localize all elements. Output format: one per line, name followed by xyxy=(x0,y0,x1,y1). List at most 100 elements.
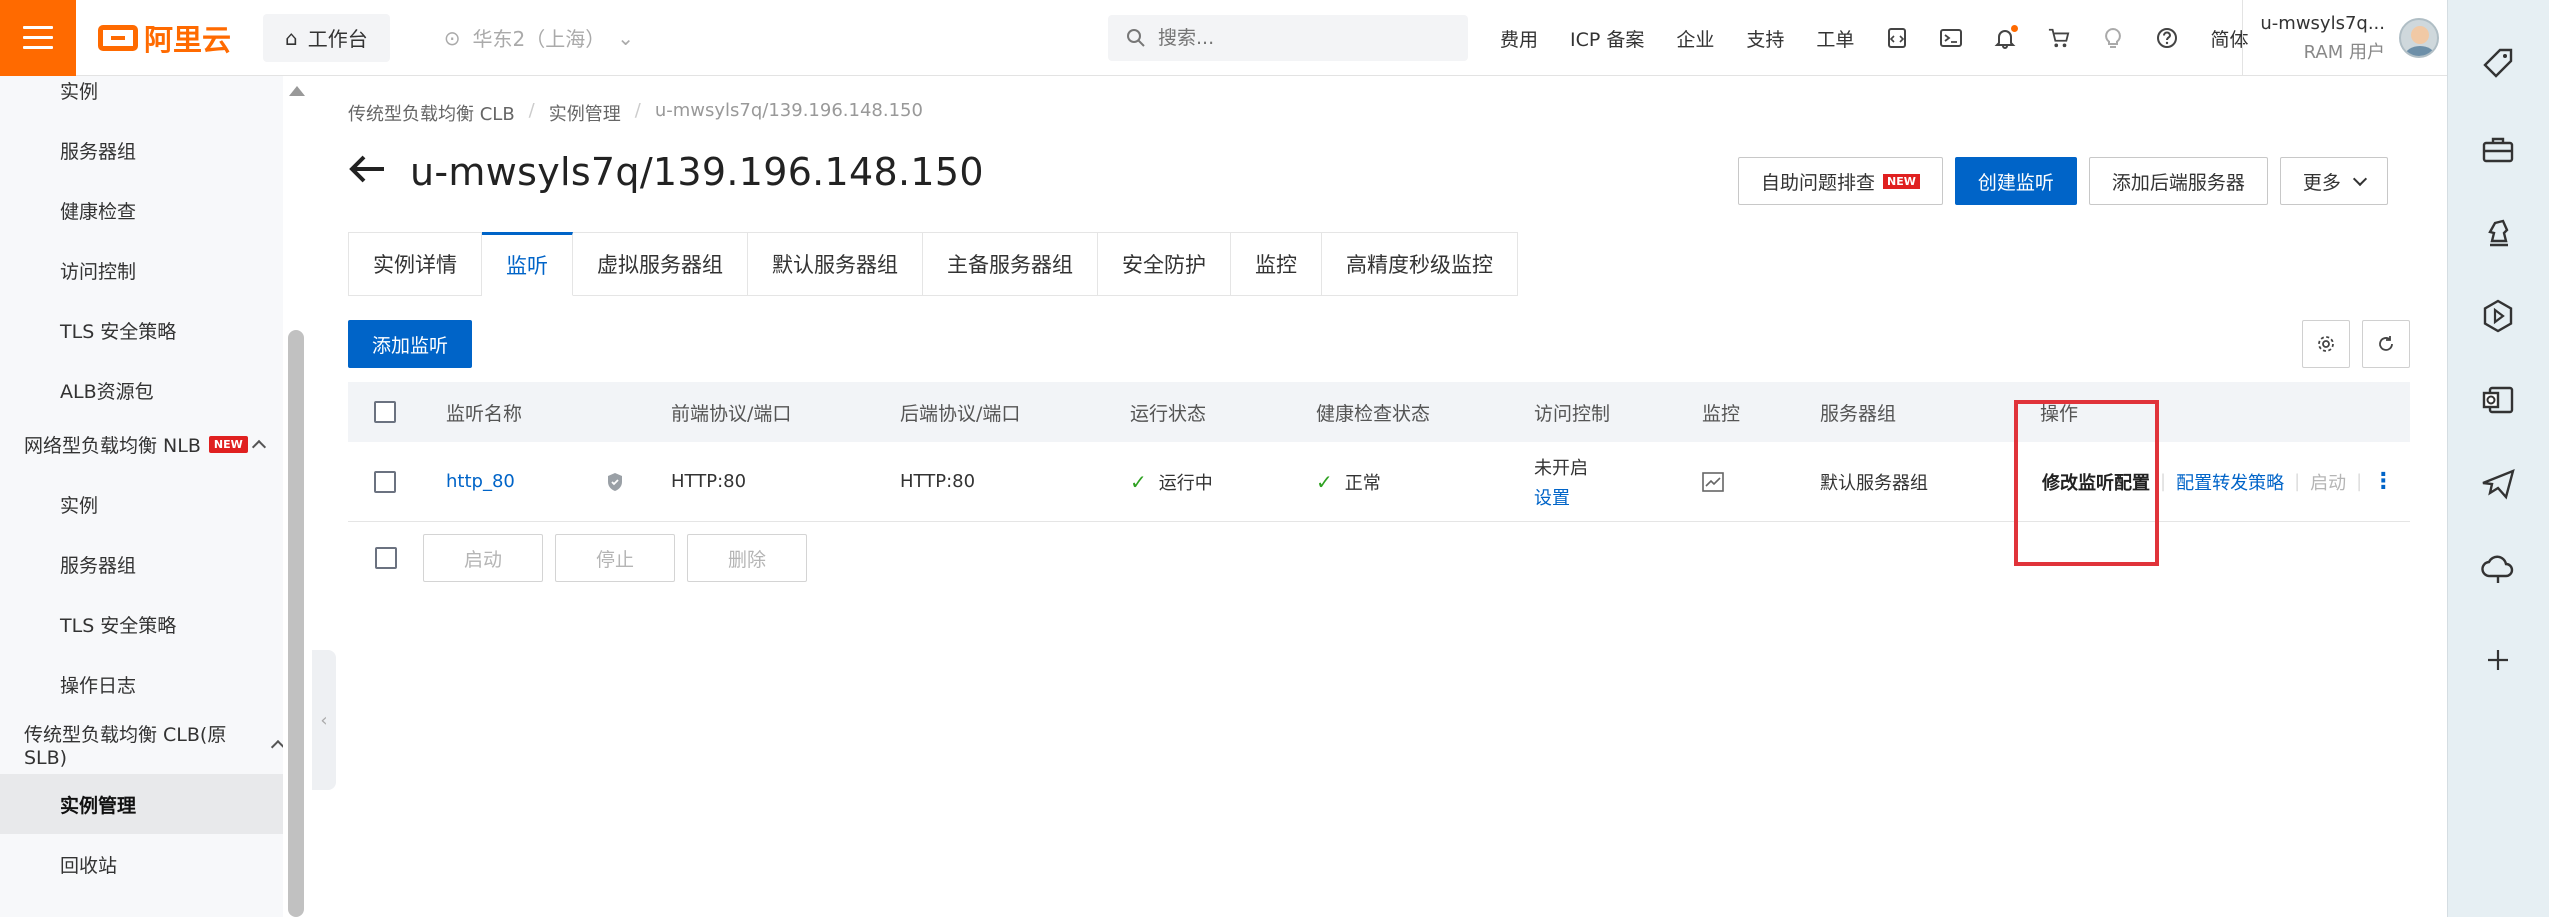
chevron-down-icon: ⌄ xyxy=(617,25,634,50)
bell-icon[interactable] xyxy=(1994,25,2019,49)
breadcrumb-item[interactable]: 实例管理 xyxy=(549,100,621,126)
outlook-mail-icon[interactable] xyxy=(2478,380,2518,420)
add-icon[interactable] xyxy=(2478,640,2518,680)
add-backend-server-button[interactable]: 添加后端服务器 xyxy=(2088,157,2268,205)
toolbox-icon[interactable] xyxy=(2478,130,2518,170)
sidebar-item-nlb-server-groups[interactable]: 服务器组 xyxy=(0,534,283,594)
breadcrumb-item[interactable]: 传统型负载均衡 CLB xyxy=(348,100,515,126)
sidebar-item-alb-tls-policy[interactable]: TLS 安全策略 xyxy=(0,300,283,360)
health-status-text: 正常 xyxy=(1344,472,1381,494)
self-check-label: 自助问题排查 xyxy=(1761,171,1876,194)
chess-knight-icon[interactable] xyxy=(2478,212,2518,252)
select-all-cell xyxy=(374,382,396,442)
code-icon[interactable] xyxy=(1886,27,1908,49)
start-link[interactable]: 启动 xyxy=(2310,469,2346,495)
sidebar-item-label: 实例管理 xyxy=(60,794,137,817)
terminal-icon[interactable] xyxy=(1940,27,1963,49)
tab-monitoring[interactable]: 监控 xyxy=(1231,232,1322,296)
breadcrumb-separator: / xyxy=(634,100,641,121)
scroll-up-arrow-icon[interactable] xyxy=(289,86,305,96)
self-check-button[interactable]: 自助问题排查 NEW xyxy=(1738,157,1943,205)
tab-high-precision-monitoring[interactable]: 高精度秒级监控 xyxy=(1322,232,1518,296)
col-frontend: 前端协议/端口 xyxy=(671,402,792,425)
back-arrow-icon[interactable] xyxy=(348,152,386,192)
sidebar-item-label: TLS 安全策略 xyxy=(60,614,177,637)
sidebar-item-label: 访问控制 xyxy=(60,260,137,283)
workbench-label: 工作台 xyxy=(307,27,368,51)
bulk-start-button[interactable]: 启动 xyxy=(423,534,543,582)
hexagon-play-icon[interactable] xyxy=(2478,296,2518,336)
lightbulb-icon[interactable] xyxy=(2102,27,2124,49)
global-search[interactable] xyxy=(1108,15,1468,61)
sidebar-group-nlb[interactable]: 网络型负载均衡 NLB NEW xyxy=(0,414,283,474)
help-icon[interactable] xyxy=(2156,27,2178,49)
select-all-checkbox[interactable] xyxy=(374,401,396,423)
create-listener-button[interactable]: 创建监听 xyxy=(1954,157,2077,205)
tab-listeners[interactable]: 监听 xyxy=(482,232,573,296)
region-selector[interactable]: ⊙ 华东2（上海） ⌄ xyxy=(444,23,634,52)
more-actions-icon[interactable]: ⋮ xyxy=(2372,469,2394,494)
sidebar-item-label: 回收站 xyxy=(60,854,118,877)
aliyun-logo[interactable]: 阿里云 xyxy=(98,17,231,59)
tab-master-slave-group[interactable]: 主备服务器组 xyxy=(923,232,1098,296)
bulk-actions: 启动 停止 删除 xyxy=(348,534,807,582)
sidebar-item-alb-instances[interactable]: 实例 xyxy=(0,60,283,120)
search-input[interactable] xyxy=(1158,27,1438,49)
avatar[interactable] xyxy=(2399,18,2439,58)
sidebar-item-alb-server-groups[interactable]: 服务器组 xyxy=(0,120,283,180)
sidebar-group-clb[interactable]: 传统型负载均衡 CLB(原SLB) xyxy=(0,714,286,774)
configure-forwarding-link[interactable]: 配置转发策略 xyxy=(2176,469,2284,495)
sidebar-item-instance-management[interactable]: 实例管理 xyxy=(0,774,283,834)
nav-link-icp[interactable]: ICP 备案 xyxy=(1570,25,1644,52)
bulk-select-checkbox[interactable] xyxy=(375,547,397,569)
nav-link-support[interactable]: 支持 xyxy=(1746,25,1784,52)
sidebar-item-alb-resource-pack[interactable]: ALB资源包 xyxy=(0,360,283,420)
row-checkbox[interactable] xyxy=(374,470,396,493)
modify-listener-link[interactable]: 修改监听配置 xyxy=(2042,469,2150,495)
nav-link-billing[interactable]: 费用 xyxy=(1500,25,1538,52)
acl-settings-link[interactable]: 设置 xyxy=(1534,484,1570,510)
bulk-stop-button[interactable]: 停止 xyxy=(555,534,675,582)
run-status-text: 运行中 xyxy=(1158,472,1213,494)
more-button[interactable]: 更多 xyxy=(2279,157,2388,205)
search-icon xyxy=(1127,29,1145,47)
page: 阿里云 ⌂ 工作台 ⊙ 华东2（上海） ⌄ 费用 ICP 备案 企业 支持 工单 xyxy=(0,0,2549,917)
instance-tabs: 实例详情 监听 虚拟服务器组 默认服务器组 主备服务器组 安全防护 监控 高精度… xyxy=(348,232,1518,296)
sidebar-item-access-control[interactable]: 访问控制 xyxy=(0,240,283,300)
tab-security[interactable]: 安全防护 xyxy=(1098,232,1231,296)
sidebar-item-operation-log[interactable]: 操作日志 xyxy=(0,654,283,714)
bulk-delete-button[interactable]: 删除 xyxy=(687,534,807,582)
user-menu[interactable]: u-mwsyls7q... RAM 用户 xyxy=(2242,0,2447,76)
nav-link-ticket[interactable]: 工单 xyxy=(1816,25,1854,52)
sidebar-item-nlb-tls-policy[interactable]: TLS 安全策略 xyxy=(0,594,283,654)
sidebar-item-label: 服务器组 xyxy=(60,140,137,163)
settings-button[interactable] xyxy=(2302,320,2350,368)
collapse-sidebar-handle[interactable]: ‹ xyxy=(312,650,336,790)
tag-icon[interactable] xyxy=(2478,44,2518,84)
user-role: RAM 用户 xyxy=(2303,41,2385,63)
col-backend: 后端协议/端口 xyxy=(900,402,1021,425)
sidebar-item-recycle-bin[interactable]: 回收站 xyxy=(0,834,283,894)
tab-vserver-groups[interactable]: 虚拟服务器组 xyxy=(573,232,748,296)
workbench-button[interactable]: ⌂ 工作台 xyxy=(263,13,390,62)
check-icon: ✓ xyxy=(1130,469,1147,494)
sidebar-item-nlb-instances[interactable]: 实例 xyxy=(0,474,283,534)
paper-plane-icon[interactable] xyxy=(2478,464,2518,504)
chevron-up-icon xyxy=(251,439,266,455)
tab-default-server-group[interactable]: 默认服务器组 xyxy=(748,232,923,296)
acl-status: 未开启 xyxy=(1534,457,1588,479)
add-listener-button[interactable]: 添加监听 xyxy=(348,320,473,368)
col-health: 健康检查状态 xyxy=(1316,402,1431,425)
nav-link-enterprise[interactable]: 企业 xyxy=(1676,25,1714,52)
tab-instance-details[interactable]: 实例详情 xyxy=(348,232,482,296)
monitor-chart-icon[interactable] xyxy=(1702,442,1724,521)
listener-name-link[interactable]: http_80 xyxy=(446,442,515,521)
cloud-icon[interactable] xyxy=(2478,548,2518,588)
sidebar-scroll-thumb[interactable] xyxy=(288,330,304,917)
cart-icon[interactable] xyxy=(2048,27,2070,49)
refresh-button[interactable] xyxy=(2362,320,2410,368)
table-header: 监听名称 前端协议/端口 后端协议/端口 运行状态 健康检查状态 访问控制 监控… xyxy=(348,382,2410,442)
action-separator: | xyxy=(2356,471,2363,492)
title-row: u-mwsyls7q/139.196.148.150 xyxy=(348,150,984,194)
sidebar-item-health-check[interactable]: 健康检查 xyxy=(0,180,283,240)
